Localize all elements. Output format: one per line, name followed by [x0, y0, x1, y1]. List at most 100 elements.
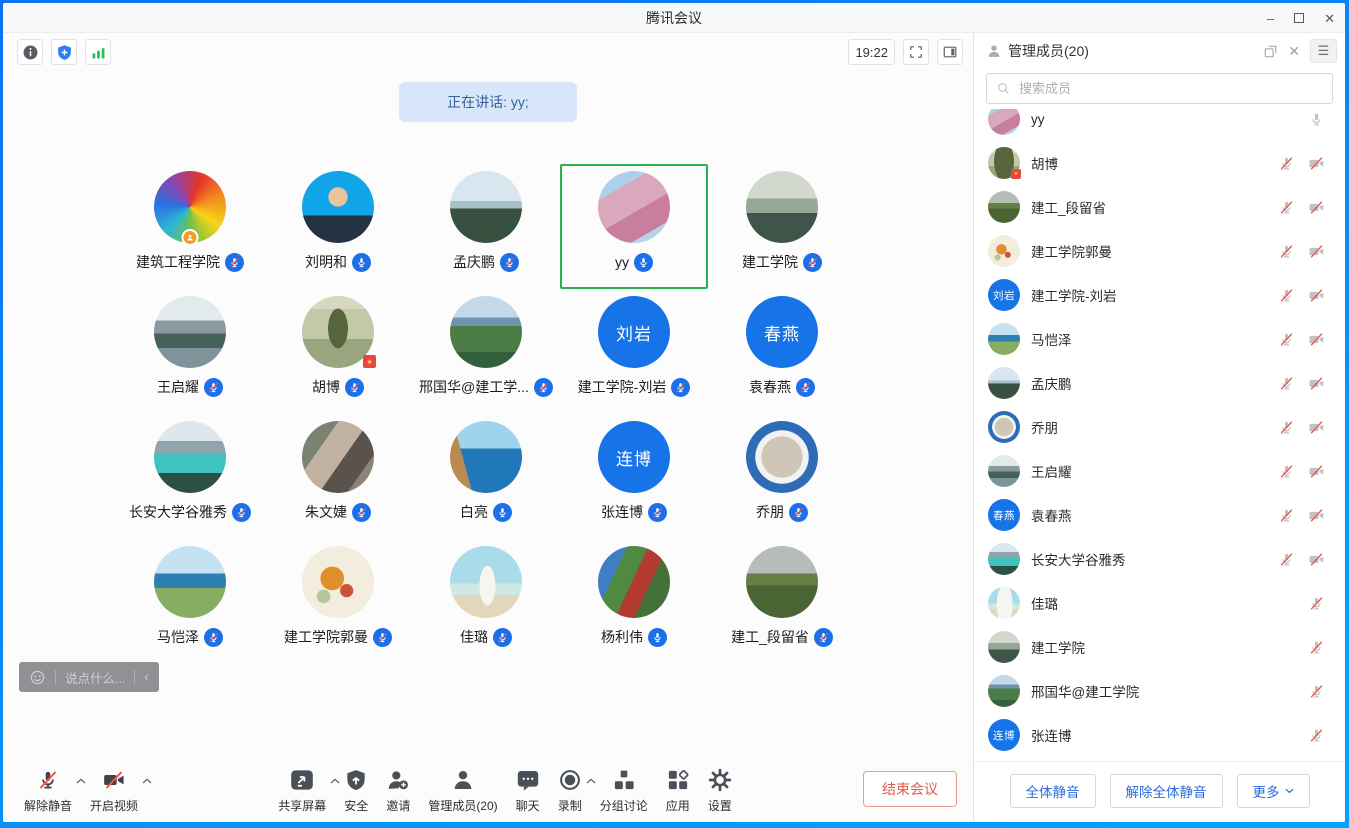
mic-muted-icon	[1278, 155, 1295, 172]
participant-tile[interactable]: 建工学院	[708, 164, 856, 289]
toolbar-item-gear[interactable]: 设置	[699, 756, 741, 822]
network-signal-icon[interactable]	[85, 39, 111, 65]
member-status-icons	[1278, 155, 1325, 172]
member-avatar	[988, 543, 1020, 575]
participant-avatar	[302, 421, 374, 493]
participant-name: 袁春燕	[749, 377, 791, 397]
participant-avatar	[450, 296, 522, 368]
mic-muted-icon	[1278, 375, 1295, 392]
participant-tile[interactable]: 佳璐	[412, 539, 560, 664]
layout-panel-icon[interactable]	[937, 39, 963, 65]
participant-tile[interactable]: 马恺泽	[116, 539, 264, 664]
toolbar-item-shield[interactable]: 安全	[335, 756, 377, 822]
mic-muted-badge-icon	[534, 378, 553, 397]
participant-name-row: 建筑工程学院	[136, 252, 244, 272]
participant-tile[interactable]: 杨利伟	[560, 539, 708, 664]
participant-avatar: 连博	[598, 421, 670, 493]
panel-menu-icon[interactable]: ☰	[1310, 39, 1337, 63]
toolbar-item-share[interactable]: 共享屏幕	[269, 756, 335, 822]
member-row[interactable]: yy	[974, 109, 1345, 141]
maximize-icon[interactable]	[1294, 13, 1304, 23]
member-row[interactable]: 连博张连博	[974, 713, 1345, 757]
member-avatar	[988, 411, 1020, 443]
member-row[interactable]: 建工_段留省	[974, 185, 1345, 229]
toolbar-item-apps[interactable]: 应用	[657, 756, 699, 822]
toolbar-item-label: 录制	[558, 797, 582, 814]
toolbar-item-mic-off-dark[interactable]: 解除静音	[15, 756, 81, 822]
member-list[interactable]: yy★胡博建工_段留省建工学院郭曼刘岩建工学院-刘岩马恺泽孟庆鹏乔朋王启耀春燕袁…	[974, 109, 1345, 761]
participant-tile[interactable]: 长安大学谷雅秀	[116, 414, 264, 539]
toolbar-item-members[interactable]: 管理成员(20)	[419, 756, 506, 822]
cam-off-dark-icon	[102, 767, 126, 793]
smiley-icon[interactable]	[29, 669, 46, 686]
toolbar-item-label: 安全	[344, 797, 368, 814]
camera-muted-icon	[1308, 507, 1325, 524]
minimize-icon[interactable]: –	[1267, 12, 1274, 25]
member-row[interactable]: 春燕袁春燕	[974, 493, 1345, 537]
toolbar-item-breakout[interactable]: 分组讨论	[591, 756, 657, 822]
participant-name: 胡博	[312, 377, 340, 397]
member-row[interactable]: 刘岩建工学院-刘岩	[974, 273, 1345, 317]
collapse-arrow-icon[interactable]: ‹	[144, 670, 148, 684]
toolbar-item-cam-off-dark[interactable]: 开启视频	[81, 756, 147, 822]
member-status-icons	[1278, 243, 1325, 260]
member-status-icons	[1308, 639, 1325, 656]
close-icon[interactable]: ✕	[1324, 12, 1335, 25]
participant-tile[interactable]: 王启耀	[116, 289, 264, 414]
participant-tile[interactable]: 刘明和	[264, 164, 412, 289]
toolbar-item-invite[interactable]: 邀请	[377, 756, 419, 822]
member-row[interactable]: 孟庆鹏	[974, 361, 1345, 405]
participant-tile[interactable]: 朱文婕	[264, 414, 412, 539]
member-row[interactable]: 建工学院郭曼	[974, 229, 1345, 273]
info-icon[interactable]	[17, 39, 43, 65]
member-avatar	[988, 631, 1020, 663]
member-row[interactable]: 长安大学谷雅秀	[974, 537, 1345, 581]
participant-tile[interactable]: 孟庆鹏	[412, 164, 560, 289]
member-status-icons	[1278, 331, 1325, 348]
participant-tile[interactable]: 春燕袁春燕	[708, 289, 856, 414]
participant-tile[interactable]: 连博张连博	[560, 414, 708, 539]
member-row[interactable]: 乔朋	[974, 405, 1345, 449]
participant-avatar	[598, 546, 670, 618]
participant-name-row: 白亮	[460, 502, 512, 522]
participant-name-row: 孟庆鹏	[453, 252, 519, 272]
member-row[interactable]: 邢国华@建工学院	[974, 669, 1345, 713]
member-avatar	[988, 235, 1020, 267]
participant-avatar	[302, 546, 374, 618]
toolbar-item-chat[interactable]: 聊天	[507, 756, 549, 822]
chevron-up-icon[interactable]	[142, 778, 152, 784]
gear-icon	[708, 767, 732, 793]
participant-tile[interactable]: 建筑工程学院	[116, 164, 264, 289]
mute-all-button[interactable]: 全体静音	[1010, 774, 1096, 808]
participant-tile[interactable]: 白亮	[412, 414, 560, 539]
participant-tile[interactable]: 乔朋	[708, 414, 856, 539]
more-button[interactable]: 更多	[1237, 774, 1310, 808]
toolbar-item-label: 聊天	[516, 797, 540, 814]
participant-avatar: 刘岩	[598, 296, 670, 368]
member-row[interactable]: 马恺泽	[974, 317, 1345, 361]
participant-tile[interactable]: ★胡博	[264, 289, 412, 414]
participant-tile[interactable]: 刘岩建工学院-刘岩	[560, 289, 708, 414]
member-status-icons	[1278, 551, 1325, 568]
search-input[interactable]	[986, 73, 1333, 104]
end-meeting-button[interactable]: 结束会议	[863, 771, 957, 807]
participant-tile[interactable]: 建工学院郭曼	[264, 539, 412, 664]
popout-icon[interactable]	[1263, 44, 1278, 59]
chat-quick-bar[interactable]: 说点什么... ‹	[19, 662, 159, 692]
participant-tile[interactable]: 建工_段留省	[708, 539, 856, 664]
participant-tile[interactable]: 邢国华@建工学...	[412, 289, 560, 414]
member-row[interactable]: 王启耀	[974, 449, 1345, 493]
participant-tile[interactable]: yy	[560, 164, 708, 289]
panel-close-icon[interactable]: ✕	[1288, 43, 1300, 60]
member-row[interactable]: ★胡博	[974, 141, 1345, 185]
member-avatar	[988, 675, 1020, 707]
shield-plus-icon[interactable]	[51, 39, 77, 65]
participant-name: 建工_段留省	[731, 627, 809, 647]
toolbar-item-record[interactable]: 录制	[549, 756, 591, 822]
member-row[interactable]: 建工学院	[974, 625, 1345, 669]
chat-quick-placeholder[interactable]: 说点什么...	[65, 668, 125, 687]
member-name: 建工学院	[1031, 637, 1297, 657]
unmute-all-button[interactable]: 解除全体静音	[1110, 774, 1223, 808]
member-row[interactable]: 佳璐	[974, 581, 1345, 625]
fullscreen-icon[interactable]	[903, 39, 929, 65]
